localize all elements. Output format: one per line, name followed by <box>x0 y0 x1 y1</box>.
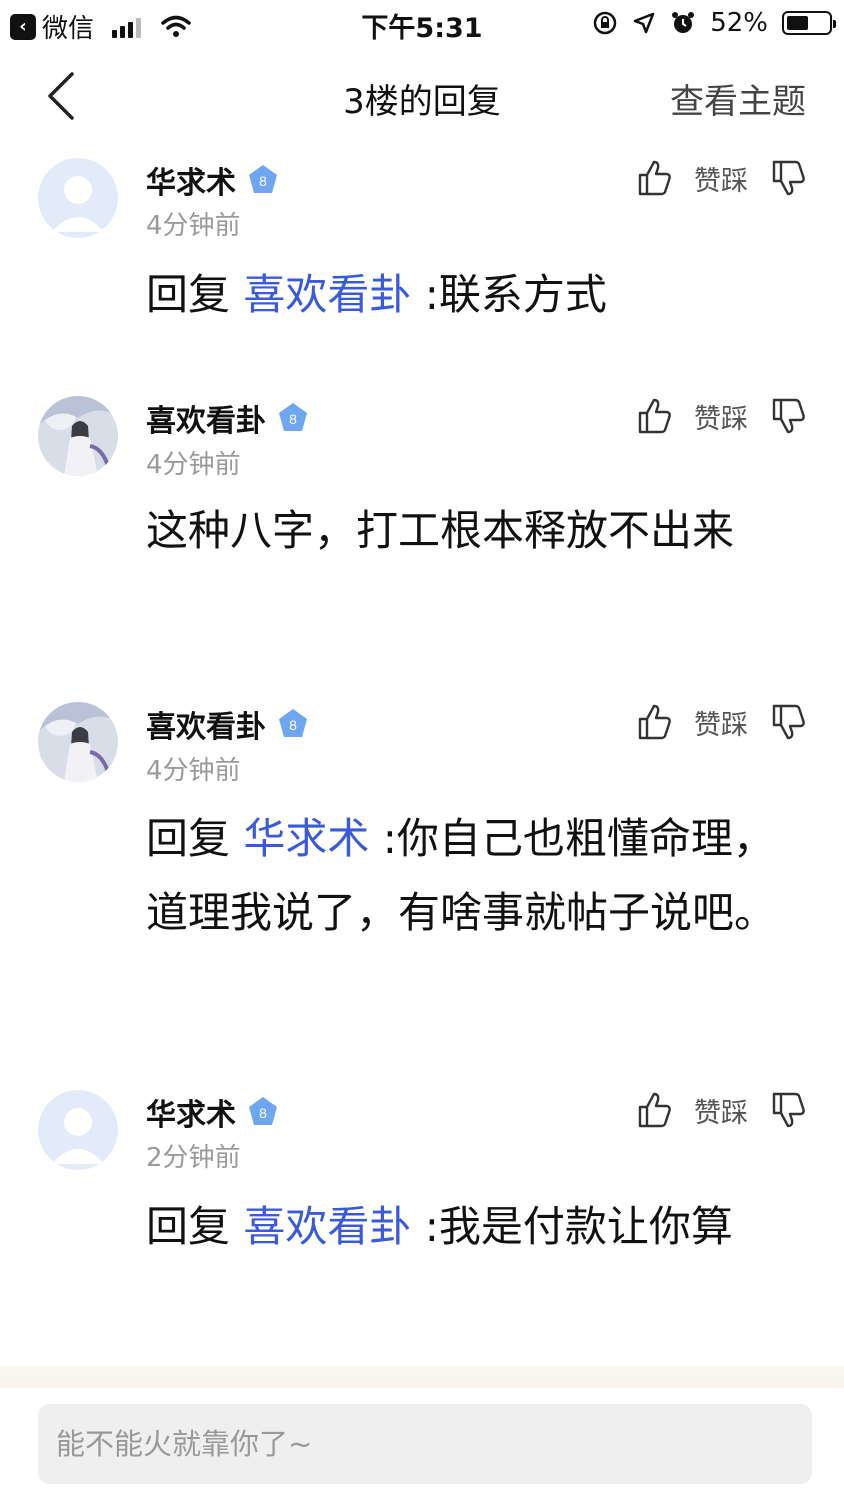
reply-content: 回复 喜欢看卦 :联系方式 <box>146 258 786 332</box>
level-number: 8 <box>259 173 267 189</box>
username-row: 华求术 8 <box>146 1090 280 1134</box>
thumbs-down-icon[interactable] <box>768 702 808 742</box>
username[interactable]: 喜欢看卦 <box>146 396 266 440</box>
username[interactable]: 喜欢看卦 <box>146 702 266 746</box>
post-time: 4分钟前 <box>146 756 241 786</box>
vote-label: 赞踩 <box>694 1097 748 1129</box>
username[interactable]: 华求术 <box>146 158 236 202</box>
vote-label: 赞踩 <box>694 709 748 741</box>
thumbs-down-icon[interactable] <box>768 158 808 198</box>
thumbs-down-icon[interactable] <box>768 396 808 436</box>
level-badge-icon: 8 <box>279 709 307 737</box>
thumbs-down-icon[interactable] <box>768 1090 808 1130</box>
bottom-divider <box>0 1366 844 1390</box>
thumbs-up-icon[interactable] <box>634 396 674 436</box>
vote-actions: 赞踩 <box>634 158 808 198</box>
location-icon <box>633 12 655 34</box>
reply-content: 这种八字，打工根本释放不出来 <box>146 494 786 568</box>
battery-icon <box>782 11 836 35</box>
reply-text: :联系方式 <box>411 270 607 319</box>
vote-actions: 赞踩 <box>634 396 808 436</box>
post-time: 4分钟前 <box>146 450 241 480</box>
reply-text: 这种八字，打工根本释放不出来 <box>146 506 735 555</box>
post-time: 4分钟前 <box>146 211 241 241</box>
thumbs-up-icon[interactable] <box>634 158 674 198</box>
vote-actions: 赞踩 <box>634 702 808 742</box>
mention-link[interactable]: 喜欢看卦 <box>243 1202 411 1251</box>
reply-prefix: 回复 <box>146 270 244 319</box>
battery-percent: 52% <box>710 8 768 38</box>
nav-bar: 3楼的回复 查看主题 <box>0 48 844 144</box>
avatar-default[interactable] <box>38 158 118 238</box>
username-row: 华求术 8 <box>146 158 280 202</box>
avatar-illustration-icon <box>38 396 118 476</box>
view-topic-button[interactable]: 查看主题 <box>670 74 806 123</box>
vote-actions: 赞踩 <box>634 1090 808 1130</box>
level-number: 8 <box>259 1105 267 1121</box>
status-right: 52% <box>592 8 836 38</box>
reply-content: 回复 喜欢看卦 :我是付款让你算 <box>146 1190 786 1264</box>
orientation-lock-icon <box>593 11 617 35</box>
username-row: 喜欢看卦 8 <box>146 702 310 746</box>
vote-label: 赞踩 <box>694 165 748 197</box>
reply-content: 回复 华求术 :你自己也粗懂命理，道理我说了，有啥事就帖子说吧。 <box>146 802 786 950</box>
thumbs-up-icon[interactable] <box>634 702 674 742</box>
reply-prefix: 回复 <box>146 1202 244 1251</box>
mention-link[interactable]: 华求术 <box>243 814 369 863</box>
avatar-illustration-icon <box>38 702 118 782</box>
avatar-photo[interactable] <box>38 396 118 476</box>
alarm-icon <box>672 12 695 33</box>
username-row: 喜欢看卦 8 <box>146 396 310 440</box>
default-avatar-icon <box>52 176 104 232</box>
status-bar: ‹ 微信 下午5:31 52% <box>0 0 844 48</box>
level-number: 8 <box>289 411 297 427</box>
avatar-photo[interactable] <box>38 702 118 782</box>
thumbs-up-icon[interactable] <box>634 1090 674 1130</box>
default-avatar-icon <box>52 1108 104 1164</box>
reply-prefix: 回复 <box>146 814 244 863</box>
post-time: 2分钟前 <box>146 1143 241 1173</box>
vote-label: 赞踩 <box>694 403 748 435</box>
mention-link[interactable]: 喜欢看卦 <box>243 270 411 319</box>
avatar-default[interactable] <box>38 1090 118 1170</box>
level-number: 8 <box>289 717 297 733</box>
reply-text: :我是付款让你算 <box>411 1202 733 1251</box>
username[interactable]: 华求术 <box>146 1090 236 1134</box>
battery-fill <box>787 16 808 30</box>
level-badge-icon: 8 <box>279 403 307 431</box>
level-badge-icon: 8 <box>249 1097 277 1125</box>
reply-bar: 能不能火就靠你了~ <box>0 1388 844 1500</box>
level-badge-icon: 8 <box>249 165 277 193</box>
reply-input[interactable]: 能不能火就靠你了~ <box>38 1404 812 1484</box>
